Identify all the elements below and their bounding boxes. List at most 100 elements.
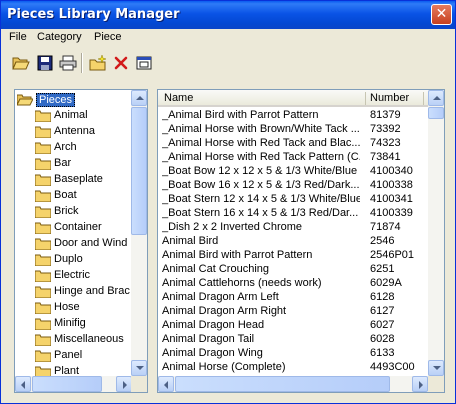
table-row[interactable]: Animal Horse (Complete) 4493C00 [158, 361, 428, 375]
window-title: Pieces Library Manager [7, 7, 180, 22]
table-row[interactable]: _Animal Horse with Brown/White Tack ... 7… [158, 123, 428, 137]
cell-name: Animal Dragon Arm Left [162, 291, 279, 303]
cell-name: _Animal Horse with Red Tack and Blac... [162, 137, 360, 149]
column-divider[interactable] [365, 92, 366, 105]
list-vertical-scrollbar[interactable] [428, 90, 444, 376]
cell-name: _Dish 2 x 2 Inverted Chrome [162, 221, 303, 233]
open-folder-icon [17, 94, 33, 106]
pieces-list[interactable]: Name Number _Animal Bird with Parrot Pat… [157, 89, 445, 393]
tree-content: Pieces Animal Antenna Arch Bar Baseplate Boat… [15, 90, 132, 376]
scroll-right-button[interactable] [116, 376, 132, 392]
table-row[interactable]: Animal Dragon Arm Left 6128 [158, 291, 428, 305]
scroll-down-button[interactable] [131, 360, 147, 376]
menu-bar: File Category Piece [1, 29, 455, 48]
tree-item-label: Antenna [54, 125, 95, 137]
cell-name: _Boat Stern 12 x 14 x 5 & 1/3 White/Blue [162, 193, 360, 205]
menu-piece[interactable]: Piece [94, 31, 122, 43]
table-row[interactable]: Animal Cattlehorns (needs work) 6029A [158, 277, 428, 291]
cell-name: _Boat Bow 12 x 12 x 5 & 1/3 White/Blue [162, 165, 358, 177]
table-row[interactable]: Animal Dragon Arm Right 6127 [158, 305, 428, 319]
cell-number: 81379 [370, 109, 401, 121]
save-button[interactable] [34, 52, 56, 74]
tree-horizontal-scrollbar[interactable] [15, 376, 132, 392]
cell-number: 6027 [370, 319, 395, 331]
title-bar[interactable]: Pieces Library Manager ✕ [1, 1, 455, 29]
print-button[interactable] [57, 52, 79, 74]
cell-name: Animal Horse (Complete) [162, 361, 286, 373]
scroll-left-button[interactable] [15, 376, 31, 392]
table-row[interactable]: Animal Dragon Tail 6028 [158, 333, 428, 347]
column-divider[interactable] [423, 92, 424, 105]
tree-item-label: Electric [54, 269, 91, 281]
folder-icon [35, 238, 51, 250]
scroll-corner [131, 376, 147, 392]
scroll-up-button[interactable] [428, 90, 444, 106]
close-button[interactable]: ✕ [431, 4, 452, 25]
cell-name: Animal Cattlehorns (needs work) [162, 277, 322, 289]
tree-item-label: Miscellaneous [54, 333, 124, 345]
table-row[interactable]: _Boat Bow 16 x 12 x 5 & 1/3 Red/Dark... 4… [158, 179, 428, 193]
table-row[interactable]: Animal Bird with Parrot Pattern 2546P01 [158, 249, 428, 263]
menu-category[interactable]: Category [37, 31, 82, 43]
open-button[interactable] [10, 52, 32, 74]
delete-icon [114, 56, 128, 70]
scroll-right-button[interactable] [412, 376, 428, 392]
cell-number: 4100340 [370, 165, 413, 177]
tree-vertical-scrollbar[interactable] [131, 90, 147, 376]
toolbar-separator [81, 53, 83, 73]
table-row[interactable]: _Boat Stern 12 x 14 x 5 & 1/3 White/Blue… [158, 193, 428, 207]
cell-name: _Boat Bow 16 x 12 x 5 & 1/3 Red/Dark... [162, 179, 360, 191]
table-row[interactable]: _Animal Horse with Red Tack and Blac... 7… [158, 137, 428, 151]
properties-button[interactable] [133, 52, 155, 74]
menu-file[interactable]: File [9, 31, 27, 43]
folder-icon [35, 158, 51, 170]
tree-item-label: Duplo [54, 253, 83, 265]
scroll-up-button[interactable] [131, 90, 147, 106]
tree-item-label: Minifig [54, 317, 86, 329]
folder-icon [35, 174, 51, 186]
tree-item-label: Bar [54, 157, 72, 169]
table-row[interactable]: _Dish 2 x 2 Inverted Chrome 71874 [158, 221, 428, 235]
column-header-name[interactable]: Name [164, 92, 193, 104]
category-tree[interactable]: Pieces Animal Antenna Arch Bar Baseplate Boat… [14, 89, 148, 393]
table-row[interactable]: Animal Bird 2546 [158, 235, 428, 249]
cell-number: 6133 [370, 347, 395, 359]
scroll-thumb[interactable] [428, 107, 444, 119]
scroll-down-button[interactable] [428, 360, 444, 376]
cell-number: 6127 [370, 305, 395, 317]
table-row[interactable]: _Boat Stern 16 x 14 x 5 & 1/3 Red/Dar...… [158, 207, 428, 221]
tree-item-label: Container [54, 221, 102, 233]
table-row[interactable]: Animal Dragon Head 6027 [158, 319, 428, 333]
tree-item-label: Hinge and Brac [54, 285, 130, 297]
table-row[interactable]: _Animal Bird with Parrot Pattern 81379 [158, 109, 428, 123]
tree-item-label: Arch [54, 141, 77, 153]
delete-button[interactable] [110, 52, 132, 74]
table-row[interactable]: _Animal Horse with Red Tack Pattern (C..… [158, 151, 428, 165]
cell-name: Animal Cat Crouching [162, 263, 269, 275]
cell-number: 73841 [370, 151, 401, 163]
cell-name: Animal Dragon Wing [162, 347, 263, 359]
list-header: Name Number [158, 90, 428, 107]
folder-icon [35, 366, 51, 376]
cell-number: 4100338 [370, 179, 413, 191]
scroll-thumb[interactable] [131, 107, 147, 235]
cell-number: 6028 [370, 333, 395, 345]
table-row[interactable]: Animal Cat Crouching 6251 [158, 263, 428, 277]
tree-item-label: Door and Wind [54, 237, 128, 249]
cell-number: 6128 [370, 291, 395, 303]
table-row[interactable]: Animal Dragon Wing 6133 [158, 347, 428, 361]
list-horizontal-scrollbar[interactable] [158, 376, 428, 392]
table-row[interactable]: _Boat Bow 12 x 12 x 5 & 1/3 White/Blue 41… [158, 165, 428, 179]
cell-number: 2546P01 [370, 249, 415, 261]
folder-icon [35, 334, 51, 346]
scroll-left-button[interactable] [158, 376, 174, 392]
new-category-button[interactable] [87, 52, 109, 74]
cell-number: 4493C00 [370, 361, 415, 373]
folder-icon [35, 222, 51, 234]
column-header-number[interactable]: Number [370, 92, 409, 104]
tree-item-label: Baseplate [54, 173, 103, 185]
scroll-thumb[interactable] [32, 376, 102, 392]
cell-number: 6251 [370, 263, 395, 275]
scroll-thumb[interactable] [175, 376, 390, 392]
cell-number: 74323 [370, 137, 401, 149]
